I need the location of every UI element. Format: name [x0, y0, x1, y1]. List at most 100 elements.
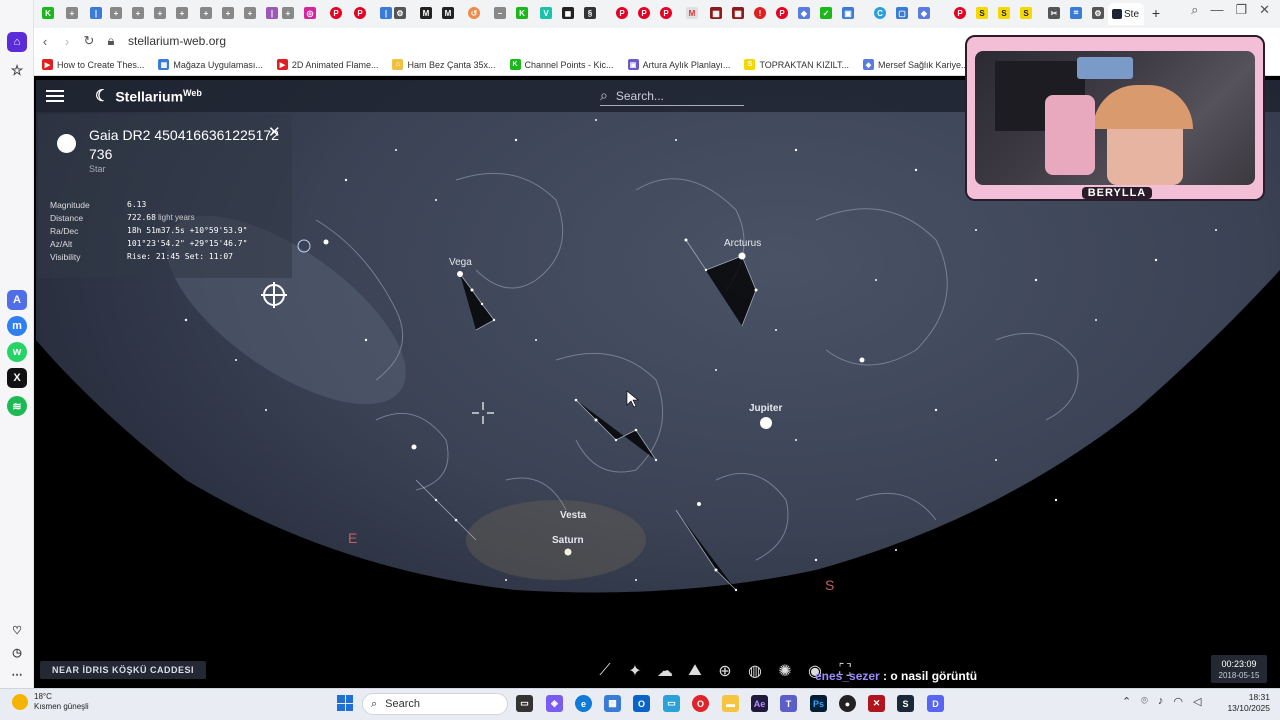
- center-on-object-icon[interactable]: [261, 282, 287, 308]
- tab-generic[interactable]: +: [240, 4, 260, 22]
- tab-pinterest[interactable]: P: [350, 4, 370, 22]
- tab-medium[interactable]: M: [416, 4, 436, 22]
- tab-generic[interactable]: ↺: [464, 4, 484, 22]
- tab-pinterest[interactable]: P: [326, 4, 346, 22]
- atmosphere-icon[interactable]: ☁: [654, 660, 676, 682]
- opera-taskbar-icon[interactable]: O: [692, 695, 709, 712]
- tab-generic[interactable]: +: [128, 4, 148, 22]
- tab-generic[interactable]: ◆: [914, 4, 934, 22]
- label-jupiter[interactable]: Jupiter: [749, 403, 782, 414]
- search-input[interactable]: ⌕ Search...: [600, 86, 744, 106]
- tab-generic[interactable]: +: [278, 4, 298, 22]
- equatorial-grid-icon[interactable]: ◍: [744, 660, 766, 682]
- tab-medium[interactable]: M: [438, 4, 458, 22]
- edge-icon[interactable]: e: [575, 695, 592, 712]
- bookmark-item[interactable]: ▣ Artura Aylık Planlayı...: [627, 59, 730, 70]
- tab-generic[interactable]: ⚙: [1088, 4, 1108, 22]
- tab-pinterest[interactable]: P: [950, 4, 970, 22]
- file-explorer-icon[interactable]: ▬: [722, 695, 739, 712]
- heart-icon[interactable]: ♡: [7, 620, 27, 640]
- tab-kick[interactable]: K: [512, 4, 532, 22]
- forward-icon[interactable]: ›: [56, 34, 78, 49]
- constellation-art-icon[interactable]: ✦: [624, 660, 646, 682]
- azimuthal-grid-icon[interactable]: ⊕: [714, 660, 736, 682]
- tab-generic[interactable]: ◆: [794, 4, 814, 22]
- dso-icon[interactable]: ✺: [774, 660, 796, 682]
- label-arcturus[interactable]: Arcturus: [724, 238, 761, 249]
- tab-generic[interactable]: +: [106, 4, 126, 22]
- chevron-up-icon[interactable]: ⌃: [1122, 695, 1131, 708]
- microphone-icon[interactable]: ♪: [1158, 695, 1164, 708]
- bookmark-item[interactable]: ▶ How to Create Thes...: [42, 59, 144, 70]
- desktop-icon[interactable]: ▭: [663, 695, 680, 712]
- lock-icon[interactable]: 🔒︎: [100, 33, 122, 49]
- url-field[interactable]: stellarium-web.org: [128, 34, 226, 48]
- copilot-icon[interactable]: ◈: [546, 695, 563, 712]
- tab-generic[interactable]: +: [218, 4, 238, 22]
- whatsapp-icon[interactable]: w: [7, 342, 27, 362]
- after-effects-icon[interactable]: Ae: [751, 695, 768, 712]
- tab-kick[interactable]: K: [38, 4, 58, 22]
- outlook-icon[interactable]: O: [633, 695, 650, 712]
- landscape-icon[interactable]: ⛰: [684, 660, 706, 682]
- bookmark-item[interactable]: ◆ Mersef Sağlık Kariye...: [862, 59, 969, 70]
- bookmark-item[interactable]: ▶ 2D Animated Flame...: [276, 59, 378, 70]
- search-tabs-icon[interactable]: ⌕: [1191, 2, 1198, 18]
- tab-generic[interactable]: S: [1016, 4, 1036, 22]
- tab-generic[interactable]: S: [994, 4, 1014, 22]
- opera-home-icon[interactable]: ⌂: [7, 32, 27, 52]
- constellation-lines-icon[interactable]: ⟋: [594, 660, 616, 682]
- app-store-icon[interactable]: A: [7, 290, 27, 310]
- history-icon[interactable]: ◷: [7, 642, 27, 662]
- restore-icon[interactable]: ❐: [1235, 2, 1247, 18]
- task-view-icon[interactable]: ▭: [516, 695, 533, 712]
- x-icon[interactable]: X: [7, 368, 27, 388]
- bookmark-item[interactable]: K Channel Points - Kic...: [509, 59, 614, 70]
- steam-icon[interactable]: S: [897, 695, 914, 712]
- close-window-icon[interactable]: ✕: [1259, 2, 1270, 18]
- bookmark-item[interactable]: ▦ Mağaza Uygulaması...: [158, 59, 263, 70]
- star-icon[interactable]: ☆: [7, 60, 27, 80]
- label-saturn[interactable]: Saturn: [552, 535, 584, 546]
- app-icon[interactable]: ✕: [868, 695, 885, 712]
- location-button[interactable]: NEAR İDRIS KÖŞKÜ CADDESI: [40, 661, 207, 679]
- bookmark-item[interactable]: ⌂ Ham Bez Çanta 35x...: [392, 59, 496, 70]
- minimize-icon[interactable]: —: [1210, 2, 1223, 18]
- tab-active-stellarium[interactable]: Ste: [1108, 3, 1144, 25]
- jupiter-planet[interactable]: [760, 417, 772, 429]
- store-icon[interactable]: ▦: [604, 695, 621, 712]
- taskbar-clock[interactable]: 18:31 13/10/2025: [1222, 692, 1270, 714]
- tab-pinterest[interactable]: P: [612, 4, 632, 22]
- tab-generic[interactable]: ✂: [1044, 4, 1064, 22]
- tab-generic[interactable]: ▦: [728, 4, 748, 22]
- back-icon[interactable]: ‹: [34, 34, 56, 49]
- bookmark-item[interactable]: S TOPRAKTAN KIZILT...: [744, 59, 849, 70]
- discord-icon[interactable]: D: [927, 695, 944, 712]
- obs-icon[interactable]: ●: [839, 695, 856, 712]
- hamburger-menu-icon[interactable]: [46, 87, 64, 103]
- tab-pinterest[interactable]: P: [772, 4, 792, 22]
- time-button[interactable]: 00:23:09 2018-05-15: [1211, 655, 1267, 683]
- wifi-icon[interactable]: ◠: [1173, 695, 1183, 708]
- more-icon[interactable]: ⋯: [7, 664, 27, 684]
- tab-generic[interactable]: +: [62, 4, 82, 22]
- tab-generic[interactable]: ▢: [892, 4, 912, 22]
- tab-generic[interactable]: |: [86, 4, 106, 22]
- teams-icon[interactable]: T: [780, 695, 797, 712]
- tab-generic[interactable]: §: [580, 4, 600, 22]
- new-tab-plus-icon[interactable]: +: [1146, 4, 1166, 22]
- taskbar-search[interactable]: ⌕ Search: [362, 693, 508, 715]
- tab-generic[interactable]: −: [490, 4, 510, 22]
- network-icon[interactable]: ⌾: [1141, 695, 1148, 708]
- tab-generic[interactable]: S: [972, 4, 992, 22]
- weather-widget[interactable]: 18°C Kısmen güneşli: [12, 692, 89, 712]
- tab-generic[interactable]: ▦: [706, 4, 726, 22]
- tab-generic[interactable]: ⌗: [1066, 4, 1086, 22]
- tab-generic[interactable]: +: [172, 4, 192, 22]
- label-vesta[interactable]: Vesta: [560, 510, 586, 521]
- tab-generic[interactable]: V: [536, 4, 556, 22]
- volume-icon[interactable]: ◁: [1193, 695, 1201, 708]
- tab-generic[interactable]: ◼: [558, 4, 578, 22]
- tab-generic[interactable]: !: [750, 4, 770, 22]
- tab-generic[interactable]: ✓: [816, 4, 836, 22]
